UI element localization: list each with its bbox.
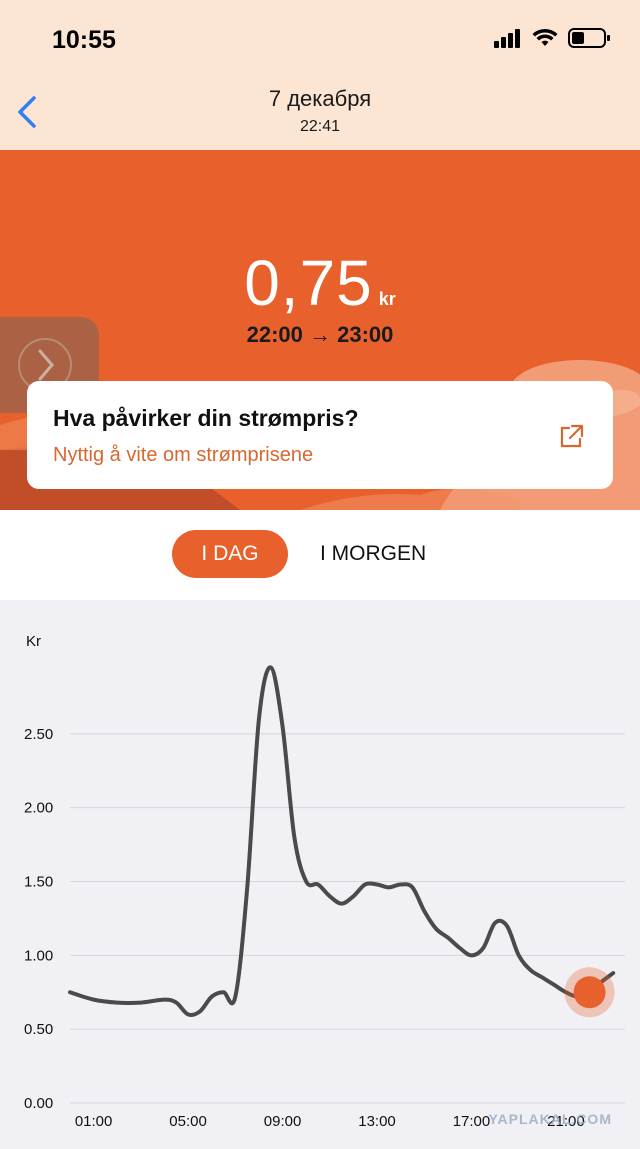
watermark: YAPLAKAL.COM (488, 1111, 612, 1127)
y-tick-label: 2.00 (24, 800, 53, 817)
x-tick-label: 09:00 (264, 1113, 302, 1130)
x-tick-label: 13:00 (358, 1113, 396, 1130)
x-tick-label: 17:00 (453, 1113, 491, 1130)
signal-icon (494, 29, 520, 48)
x-tick-label: 05:00 (169, 1113, 207, 1130)
price-chart: Kr 0.00 0.50 1.00 1.50 2.00 2.50 01:00 05:00 09:0… (0, 600, 640, 1149)
y-tick-label: 1.00 (24, 947, 53, 964)
page-title: 7 декабря (268, 86, 372, 111)
info-card-link[interactable]: Nyttig å vite om strømprisene (53, 444, 313, 467)
status-time: 10:55 (52, 26, 116, 54)
x-tick-label: 01:00 (75, 1113, 113, 1130)
external-link-icon[interactable] (557, 423, 585, 451)
price-line (68, 665, 616, 1017)
y-axis-label: Kr (26, 633, 41, 650)
day-tabs: I DAG I MORGEN (0, 510, 640, 600)
price-chart-svg: Kr 0.00 0.50 1.00 1.50 2.00 2.50 01:00 05:00 09:0… (24, 633, 625, 1130)
tab-today[interactable]: I DAG (172, 530, 288, 578)
y-tick-label: 1.50 (24, 874, 53, 891)
price-unit: kr (378, 289, 396, 309)
status-bar: 10:55 (0, 0, 640, 80)
battery-icon (568, 28, 610, 48)
wifi-icon (532, 28, 558, 46)
info-card-title: Hva påvirker din strømpris? (53, 405, 359, 431)
page-subtitle: 22:41 (299, 118, 341, 135)
nav-bar: 7 декабря 22:41 (0, 80, 640, 150)
y-tick-label: 0.00 (24, 1095, 53, 1112)
price-value: 0,75 (244, 247, 373, 319)
tab-tomorrow[interactable]: I MORGEN (320, 530, 426, 578)
info-card[interactable]: Hva påvirker din strømpris? Nyttig å vit… (27, 381, 613, 489)
status-icons (494, 28, 610, 48)
current-price: 0,75 kr (0, 246, 640, 320)
current-marker (573, 976, 606, 1009)
y-tick-label: 2.50 (24, 726, 53, 743)
y-tick-label: 0.50 (24, 1021, 53, 1038)
